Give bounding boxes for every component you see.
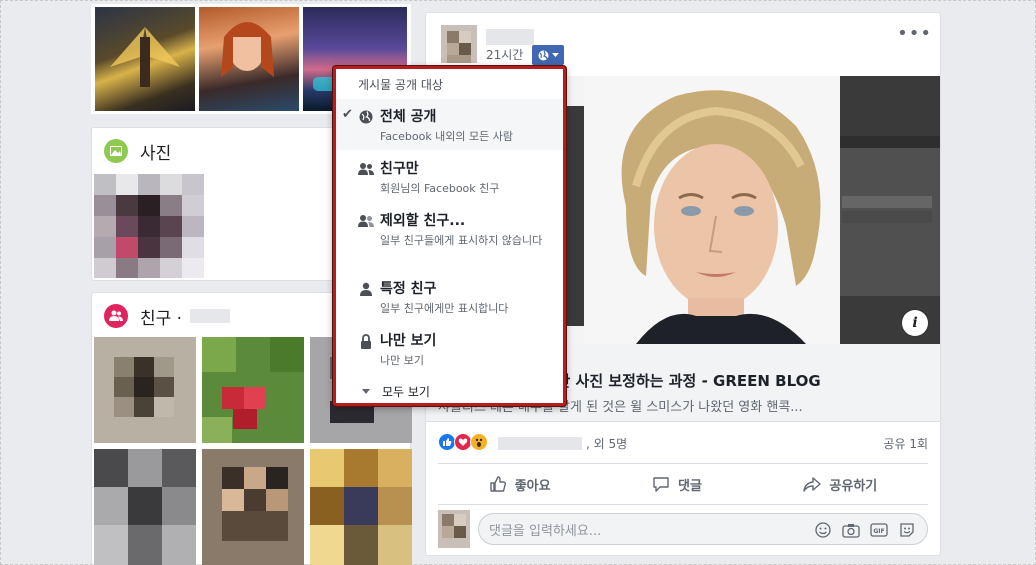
check-icon: ✔ bbox=[342, 107, 353, 122]
reactions-summary: , 외 5명 공유 1회 bbox=[426, 431, 940, 459]
share-button[interactable]: 공유하기 bbox=[803, 475, 877, 494]
friend-tile-2 bbox=[202, 337, 304, 443]
friend-tile-5 bbox=[202, 449, 304, 565]
globe-icon bbox=[538, 50, 548, 60]
see-all-button[interactable]: 모두 보기 bbox=[336, 375, 563, 407]
comment-composer: 댓글을 입력하세요... GIF bbox=[438, 510, 928, 548]
post-timestamp[interactable]: 21시간 bbox=[486, 46, 523, 63]
friends-count-blurred bbox=[190, 309, 231, 323]
share-count[interactable]: 공유 1회 bbox=[883, 435, 928, 452]
lock-icon bbox=[358, 333, 374, 349]
featured-photo-1[interactable] bbox=[95, 7, 195, 111]
post-author-avatar[interactable] bbox=[441, 25, 477, 63]
audience-option-subtitle: 일부 친구에게만 표시합니다 bbox=[380, 302, 509, 315]
comment-input-icons: GIF bbox=[813, 520, 917, 540]
audience-option-subtitle: 회원님의 Facebook 친구 bbox=[380, 182, 500, 195]
audience-option-title: 친구만 bbox=[380, 161, 419, 177]
wow-reaction-icon bbox=[470, 433, 488, 451]
friends-card-title[interactable]: 친구 · bbox=[140, 304, 182, 329]
audience-option-title: 특정 친구 bbox=[380, 281, 437, 297]
photos-card-title[interactable]: 사진 bbox=[140, 139, 171, 164]
featured-photo-2[interactable] bbox=[199, 7, 299, 111]
audience-option-title: 제외할 친구... bbox=[380, 213, 466, 229]
reaction-icons[interactable] bbox=[438, 433, 488, 451]
more-options-icon[interactable]: ••• bbox=[897, 23, 932, 44]
audience-option-public[interactable]: ✔ 전체 공개 Facebook 내외의 모든 사람 bbox=[336, 99, 563, 151]
person-icon bbox=[358, 281, 374, 297]
sticker-icon[interactable] bbox=[897, 520, 917, 540]
emoji-icon[interactable] bbox=[813, 520, 833, 540]
audience-option-friends[interactable]: 친구만 회원님의 Facebook 친구 bbox=[336, 151, 563, 203]
friend-tile-1 bbox=[94, 337, 196, 443]
comment-input-placeholder: 댓글을 입력하세요... bbox=[489, 523, 602, 539]
share-arrow-icon bbox=[803, 477, 822, 492]
audience-menu-header: 게시물 공개 대상 bbox=[358, 77, 443, 92]
friends-except-icon bbox=[358, 213, 374, 229]
photo-thumbnail[interactable] bbox=[94, 174, 204, 278]
reactor-names-blurred[interactable] bbox=[498, 437, 582, 450]
audience-menu: 게시물 공개 대상 ✔ 전체 공개 Facebook 내외의 모든 사람 친구만… bbox=[333, 66, 566, 406]
comment-input[interactable]: 댓글을 입력하세요... GIF bbox=[478, 513, 928, 545]
photo-icon bbox=[104, 139, 128, 163]
audience-option-title: 나만 보기 bbox=[380, 333, 437, 349]
caret-down-icon bbox=[551, 52, 559, 57]
audience-option-friends-except[interactable]: 제외할 친구... 일부 친구들에게 표시하지 않습니다 bbox=[336, 203, 563, 271]
like-button-label: 좋아요 bbox=[514, 478, 551, 494]
friends-icon bbox=[358, 161, 374, 177]
globe-icon bbox=[358, 109, 374, 125]
audience-option-subtitle: 일부 친구들에게 표시하지 않습니다 bbox=[380, 234, 543, 247]
thumbs-up-icon bbox=[490, 476, 506, 492]
info-icon[interactable]: i bbox=[902, 310, 928, 336]
audience-option-specific-friends[interactable]: 특정 친구 일부 친구에게만 표시합니다 bbox=[336, 271, 563, 323]
friend-tile-6 bbox=[310, 449, 412, 565]
post-actions-bar: 좋아요 댓글 공유하기 bbox=[438, 463, 928, 505]
camera-icon[interactable] bbox=[841, 520, 861, 540]
comment-button-label: 댓글 bbox=[678, 478, 702, 494]
audience-option-subtitle: 나만 보기 bbox=[380, 354, 424, 367]
comment-button[interactable]: 댓글 bbox=[652, 475, 702, 494]
post-author-name-blurred[interactable] bbox=[486, 29, 534, 45]
audience-option-only-me[interactable]: 나만 보기 나만 보기 bbox=[336, 323, 563, 375]
caret-down-icon bbox=[362, 388, 370, 394]
reactors-more-count[interactable]: , 외 5명 bbox=[586, 435, 627, 452]
gif-icon[interactable]: GIF bbox=[869, 520, 889, 540]
share-button-label: 공유하기 bbox=[829, 478, 878, 494]
like-button[interactable]: 좋아요 bbox=[489, 475, 551, 494]
comment-bubble-icon bbox=[653, 477, 669, 492]
audience-option-title: 전체 공개 bbox=[380, 109, 437, 125]
wings-art-icon bbox=[110, 27, 180, 87]
svg-text:GIF: GIF bbox=[873, 528, 884, 535]
friends-icon bbox=[104, 304, 128, 328]
audience-selector-button[interactable] bbox=[532, 45, 564, 65]
see-all-label: 모두 보기 bbox=[382, 384, 430, 399]
audience-option-subtitle: Facebook 내외의 모든 사람 bbox=[380, 130, 514, 143]
friend-tile-4 bbox=[94, 449, 196, 565]
portrait-art-icon bbox=[221, 22, 274, 77]
commenter-avatar[interactable] bbox=[438, 510, 470, 548]
